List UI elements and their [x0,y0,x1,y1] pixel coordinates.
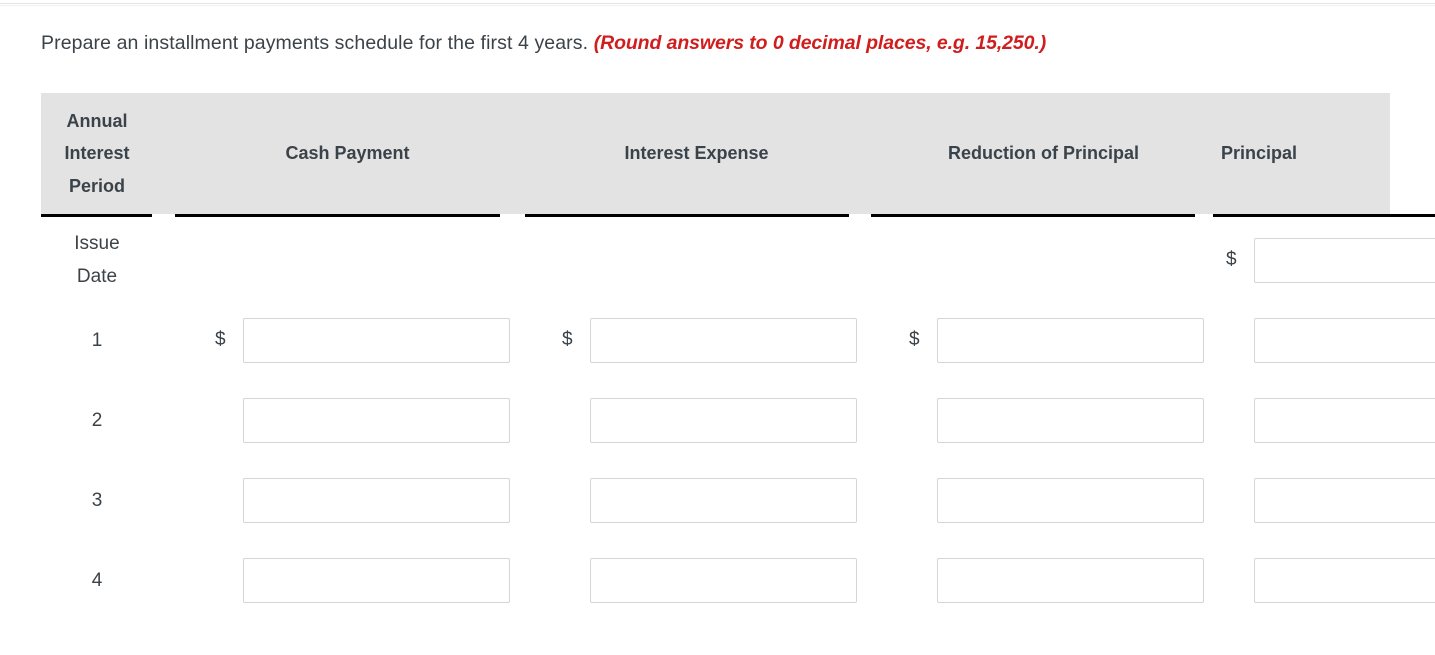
input-year1-reduction-of-principal[interactable] [937,317,1204,363]
input-year1-principal[interactable] [1254,317,1435,363]
currency-symbol: $ [909,329,920,350]
input-issue-principal[interactable] [1254,237,1435,283]
row-label-line-2: Date [76,266,118,287]
header-rule-cash [175,214,500,217]
row-label-line-1: 4 [91,569,103,591]
cell-issue-principal: $ [1226,220,1435,300]
header-line-1: Annual [66,110,128,131]
cell-year2-principal [1226,380,1435,460]
input-year2-interest-expense[interactable] [590,397,857,443]
prompt-text: Prepare an installment payments schedule… [41,32,589,54]
cell-year3-principal [1226,460,1435,540]
cell-issue-cash-payment [215,220,540,300]
top-divider [0,3,1435,4]
question-prompt: Prepare an installment payments schedule… [41,29,1046,57]
cell-year4-interest-expense [562,540,887,620]
currency-symbol: $ [562,329,573,350]
input-year3-cash-payment[interactable] [243,477,510,523]
cell-year3-cash-payment [215,460,540,540]
input-year3-principal[interactable] [1254,477,1435,523]
table-row: 2 [41,380,1435,460]
cell-year2-cash-payment [215,380,540,460]
input-year4-cash-payment[interactable] [243,557,510,603]
header-line-3: Period [68,175,125,196]
cell-year1-cash-payment: $ [215,300,540,380]
input-year3-reduction-of-principal[interactable] [937,477,1204,523]
row-label-year-2: 2 [41,380,153,460]
input-year4-interest-expense[interactable] [590,557,857,603]
column-header-reduction-of-principal: Reduction of Principal [947,143,1139,164]
cell-year2-reduction-of-principal [909,380,1234,460]
table-row: Issue Date $ [41,220,1435,300]
row-label-year-1: 1 [41,300,153,380]
currency-symbol: $ [1226,249,1237,270]
row-label-year-4: 4 [41,540,153,620]
rounding-note: (Round answers to 0 decimal places, e.g.… [593,32,1047,54]
cell-issue-reduction-of-principal [909,220,1234,300]
column-header-principal: Principal [1221,93,1390,214]
table-row: 3 [41,460,1435,540]
cell-year3-reduction-of-principal [909,460,1234,540]
row-label-line-1: Issue [74,233,120,254]
cell-year4-principal [1226,540,1435,620]
table-row: 1 $ $ $ [41,300,1435,380]
cell-year3-interest-expense [562,460,887,540]
input-year2-reduction-of-principal[interactable] [937,397,1204,443]
table-header-band: Annual Interest Period Cash Payment Inte… [41,93,1390,214]
column-header-interest-expense: Interest Expense [624,143,769,164]
column-header-cash-payment: Cash Payment [285,143,410,164]
currency-symbol: $ [215,329,226,350]
top-divider-secondary [0,5,1435,6]
header-rule-interest [525,214,849,217]
header-line-2: Interest [64,143,130,164]
row-label-year-3: 3 [41,460,153,540]
header-rule-principal [1213,214,1435,217]
input-year4-reduction-of-principal[interactable] [937,557,1204,603]
input-year1-interest-expense[interactable] [590,317,857,363]
column-header-annual-interest-period: Annual Interest Period [41,93,153,214]
header-rule-reduction [871,214,1195,217]
row-label-line-1: 3 [91,489,103,511]
input-year3-interest-expense[interactable] [590,477,857,523]
column-header-principal-label: Principal [1221,143,1298,164]
cell-year4-cash-payment [215,540,540,620]
input-year2-principal[interactable] [1254,397,1435,443]
input-year4-principal[interactable] [1254,557,1435,603]
input-year2-cash-payment[interactable] [243,397,510,443]
installment-schedule-table: Annual Interest Period Cash Payment Inte… [41,93,1435,633]
cell-year2-interest-expense [562,380,887,460]
header-rule-period [41,214,152,217]
table-row: 4 [41,540,1435,620]
cell-issue-interest-expense [562,220,887,300]
row-label-line-1: 2 [91,409,103,431]
row-label-line-1: 1 [91,329,103,351]
input-year1-cash-payment[interactable] [243,317,510,363]
row-label-issue-date: Issue Date [41,220,153,300]
cell-year1-reduction-of-principal: $ [909,300,1234,380]
cell-year1-interest-expense: $ [562,300,887,380]
cell-year4-reduction-of-principal [909,540,1234,620]
cell-year1-principal [1226,300,1435,380]
